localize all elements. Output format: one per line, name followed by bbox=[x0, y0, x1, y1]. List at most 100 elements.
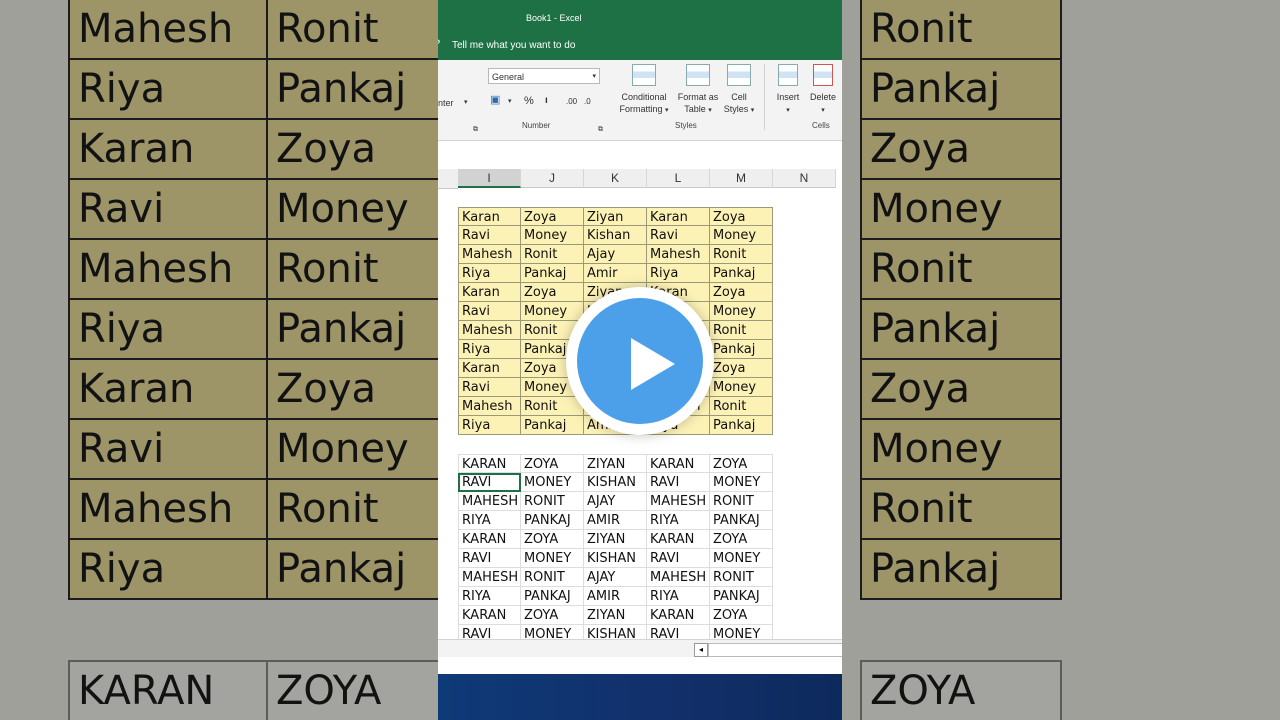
table-cell[interactable]: Ravi bbox=[647, 226, 710, 245]
number-format-select[interactable]: General ▾ bbox=[488, 68, 600, 84]
dialog-launcher-icon[interactable]: ⧉ bbox=[473, 124, 478, 136]
table-cell[interactable]: Mahesh bbox=[458, 245, 521, 264]
table-cell[interactable]: Riya bbox=[647, 264, 710, 283]
table-cell[interactable]: ZIYAN bbox=[584, 530, 647, 549]
table-cell[interactable]: Karan bbox=[458, 207, 521, 226]
scroll-track[interactable] bbox=[708, 643, 842, 657]
table-cell[interactable]: Money bbox=[521, 226, 584, 245]
table-cell[interactable]: Pankaj bbox=[521, 264, 584, 283]
table-cell[interactable]: RAVI bbox=[458, 549, 521, 568]
table-cell[interactable]: Ronit bbox=[710, 397, 773, 416]
horizontal-scrollbar[interactable]: ◂ bbox=[438, 639, 842, 658]
comma-button[interactable]: ı bbox=[545, 95, 548, 107]
format-as-table-button[interactable]: Format as Table ▾ bbox=[674, 64, 722, 117]
table-cell[interactable]: KISHAN bbox=[584, 473, 647, 492]
table-cell[interactable]: RAVI bbox=[647, 549, 710, 568]
table-cell[interactable]: KARAN bbox=[458, 530, 521, 549]
table-cell[interactable]: PANKAJ bbox=[710, 587, 773, 606]
table-cell[interactable]: RONIT bbox=[521, 568, 584, 587]
table-cell[interactable]: ZOYA bbox=[521, 454, 584, 473]
column-header-l[interactable]: L bbox=[647, 169, 710, 188]
column-header-i[interactable]: I bbox=[458, 169, 521, 188]
table-cell[interactable]: Ravi bbox=[458, 302, 521, 321]
table-cell[interactable]: RONIT bbox=[710, 568, 773, 587]
table-cell[interactable]: RAVI bbox=[647, 473, 710, 492]
chevron-down-icon[interactable]: ▾ bbox=[464, 97, 468, 109]
column-header-m[interactable]: M bbox=[710, 169, 773, 188]
table-cell[interactable]: KISHAN bbox=[584, 549, 647, 568]
scroll-left-icon[interactable]: ◂ bbox=[694, 643, 708, 657]
delete-button[interactable]: Delete ▾ bbox=[806, 64, 840, 117]
tell-me-search[interactable]: Tell me what you want to do bbox=[452, 40, 575, 51]
table-cell[interactable]: PANKAJ bbox=[521, 511, 584, 530]
table-cell[interactable]: RIYA bbox=[458, 587, 521, 606]
insert-button[interactable]: Insert ▾ bbox=[774, 64, 802, 117]
table-cell[interactable]: Zoya bbox=[710, 359, 773, 378]
percent-button[interactable]: % bbox=[524, 95, 534, 107]
table-cell[interactable]: KARAN bbox=[647, 454, 710, 473]
table-cell[interactable]: PANKAJ bbox=[710, 511, 773, 530]
table-cell[interactable]: MONEY bbox=[710, 473, 773, 492]
table-cell[interactable]: Ravi bbox=[458, 378, 521, 397]
table-cell[interactable]: Ravi bbox=[458, 226, 521, 245]
table-cell[interactable]: ZOYA bbox=[521, 530, 584, 549]
increase-decimal-icon[interactable]: .00 bbox=[566, 96, 577, 108]
table-cell[interactable]: AMIR bbox=[584, 511, 647, 530]
table-cell[interactable]: Zoya bbox=[521, 283, 584, 302]
table-cell[interactable]: Amir bbox=[584, 264, 647, 283]
table-cell[interactable]: MAHESH bbox=[647, 492, 710, 511]
dialog-launcher-icon[interactable]: ⧉ bbox=[598, 124, 603, 136]
table-cell[interactable]: AJAY bbox=[584, 568, 647, 587]
table-cell[interactable]: AMIR bbox=[584, 587, 647, 606]
table-cell[interactable]: Pankaj bbox=[710, 416, 773, 435]
table-cell[interactable]: Ronit bbox=[521, 245, 584, 264]
table-cell[interactable]: ZIYAN bbox=[584, 606, 647, 625]
table-cell[interactable]: Zoya bbox=[710, 283, 773, 302]
table-cell[interactable]: Money bbox=[710, 378, 773, 397]
merge-center-partial[interactable]: nter bbox=[438, 97, 454, 109]
table-cell[interactable]: MAHESH bbox=[647, 568, 710, 587]
table-cell[interactable]: RIYA bbox=[647, 587, 710, 606]
table-cell[interactable]: Kishan bbox=[584, 226, 647, 245]
column-header-j[interactable]: J bbox=[521, 169, 584, 188]
column-header-k[interactable]: K bbox=[584, 169, 647, 188]
table-cell[interactable]: Money bbox=[710, 302, 773, 321]
table-cell[interactable]: RIYA bbox=[458, 511, 521, 530]
currency-icon[interactable]: ▣ bbox=[490, 94, 500, 106]
table-cell[interactable]: Karan bbox=[458, 283, 521, 302]
table-cell[interactable]: Pankaj bbox=[710, 264, 773, 283]
table-cell[interactable]: RAVI bbox=[458, 473, 521, 492]
table-cell[interactable]: RONIT bbox=[521, 492, 584, 511]
table-cell[interactable]: Zoya bbox=[521, 207, 584, 226]
table-cell[interactable]: Karan bbox=[458, 359, 521, 378]
column-header-n[interactable]: N bbox=[773, 169, 836, 188]
table-cell[interactable]: MONEY bbox=[521, 549, 584, 568]
table-cell[interactable]: ZIYAN bbox=[584, 454, 647, 473]
cell-styles-button[interactable]: Cell Styles ▾ bbox=[722, 64, 756, 117]
table-cell[interactable]: Riya bbox=[458, 340, 521, 359]
table-cell[interactable]: ZOYA bbox=[710, 606, 773, 625]
table-cell[interactable]: KARAN bbox=[647, 530, 710, 549]
table-cell[interactable]: RONIT bbox=[710, 492, 773, 511]
table-cell[interactable]: Karan bbox=[647, 207, 710, 226]
table-cell[interactable]: Ajay bbox=[584, 245, 647, 264]
table-cell[interactable]: MONEY bbox=[710, 549, 773, 568]
table-cell[interactable]: KARAN bbox=[647, 606, 710, 625]
table-cell[interactable]: Riya bbox=[458, 416, 521, 435]
table-cell[interactable]: KARAN bbox=[458, 454, 521, 473]
table-cell[interactable]: PANKAJ bbox=[521, 587, 584, 606]
decrease-decimal-icon[interactable]: .0 bbox=[584, 96, 591, 108]
table-cell[interactable]: Money bbox=[521, 302, 584, 321]
table-cell[interactable]: ZOYA bbox=[710, 454, 773, 473]
table-cell[interactable]: RIYA bbox=[647, 511, 710, 530]
table-cell[interactable]: Pankaj bbox=[521, 416, 584, 435]
chevron-down-icon[interactable]: ▾ bbox=[508, 96, 512, 108]
table-cell[interactable]: MONEY bbox=[521, 473, 584, 492]
conditional-formatting-button[interactable]: Conditional Formatting ▾ bbox=[614, 64, 674, 117]
table-cell[interactable]: ZOYA bbox=[521, 606, 584, 625]
table-cell[interactable]: Ronit bbox=[521, 397, 584, 416]
table-cell[interactable]: Mahesh bbox=[458, 321, 521, 340]
table-cell[interactable]: Ronit bbox=[710, 321, 773, 340]
table-cell[interactable]: Riya bbox=[458, 264, 521, 283]
table-cell[interactable]: Mahesh bbox=[647, 245, 710, 264]
